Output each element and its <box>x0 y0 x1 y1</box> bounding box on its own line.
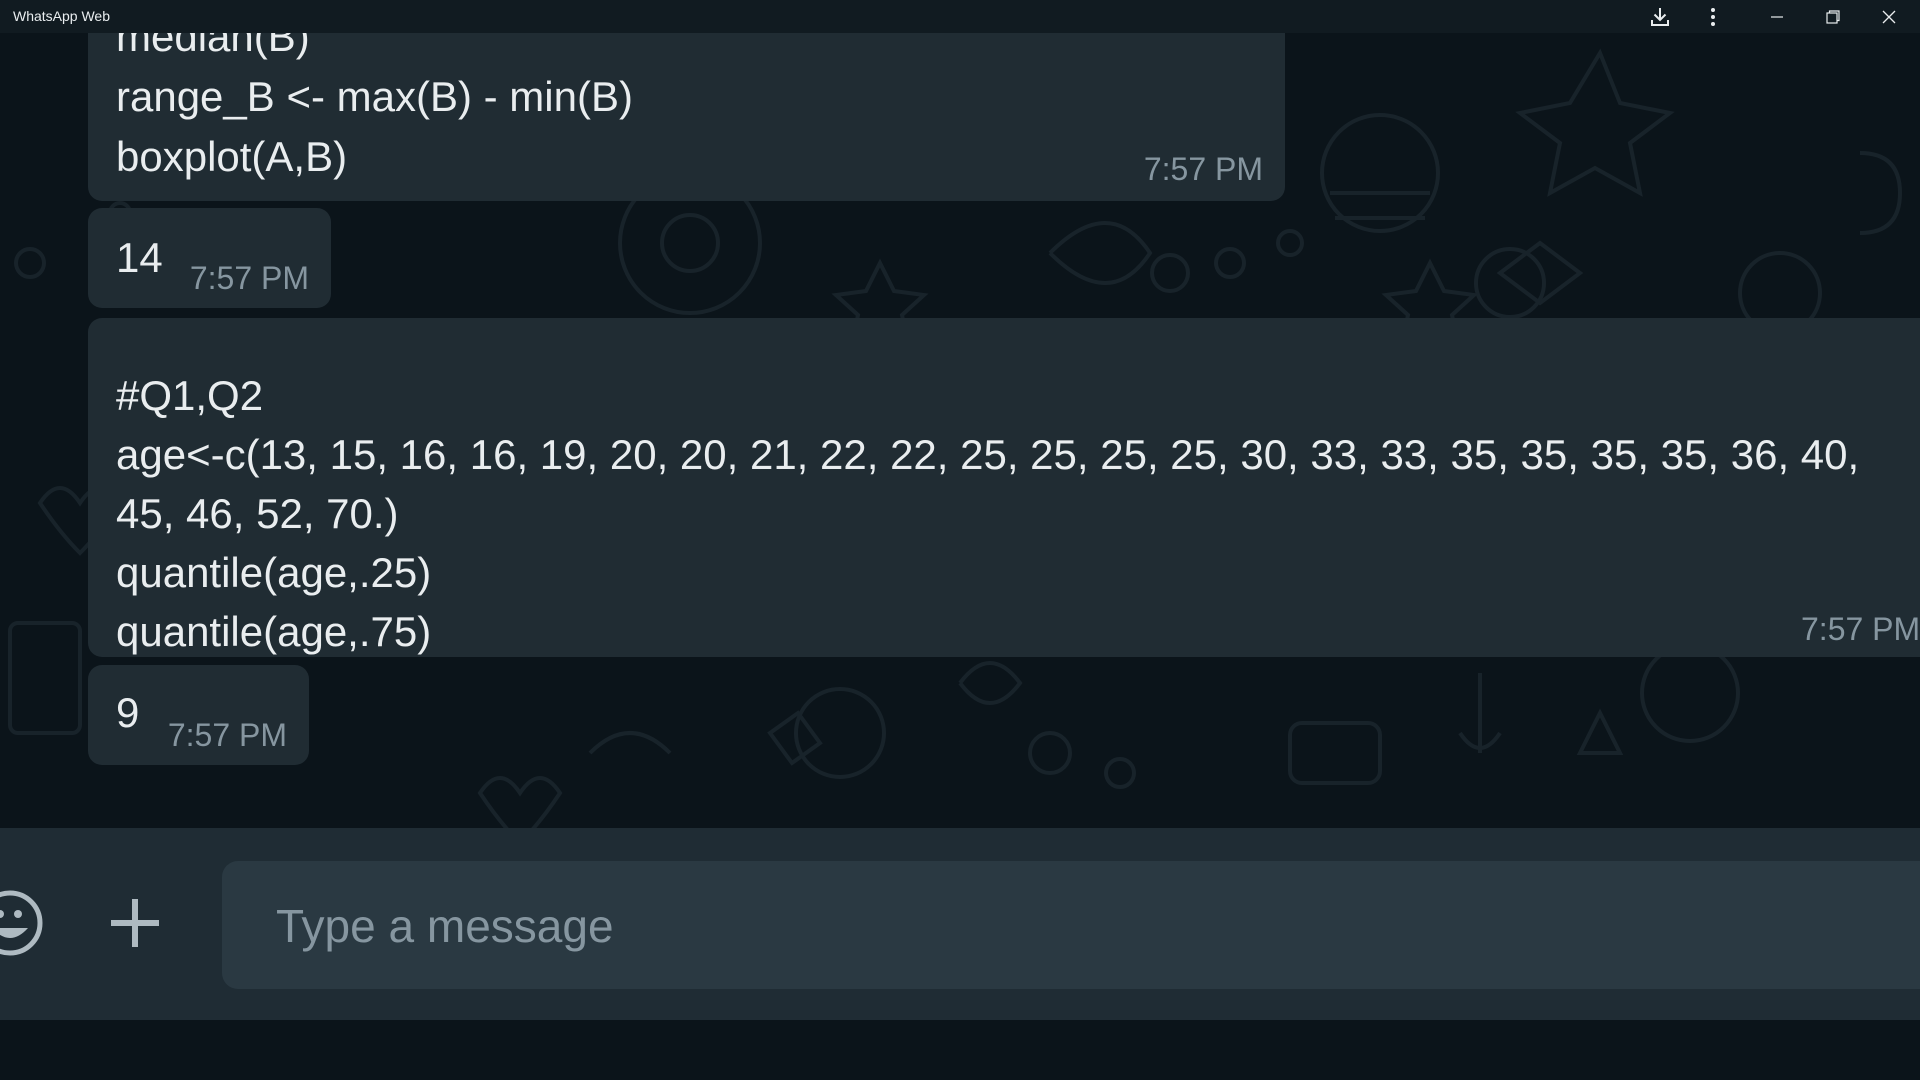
message-line: quantile(age,.75) <box>116 608 432 655</box>
message-line: boxplot(A,B) <box>116 133 348 180</box>
more-vertical-icon[interactable] <box>1690 0 1736 33</box>
close-icon[interactable] <box>1866 0 1912 33</box>
message-bubble[interactable]: 14 7:57 PM <box>88 208 331 308</box>
plus-icon[interactable] <box>100 888 170 958</box>
message-line: range_B <- max(B) - min(B) <box>116 73 633 120</box>
message-line: age<-c(13, 15, 16, 16, 19, 20, 20, 21, 2… <box>116 431 1860 478</box>
message-bubble[interactable]: 9 7:57 PM <box>88 665 309 765</box>
message-bubble[interactable]: #Q1,Q2 age<-c(13, 15, 16, 16, 19, 20, 20… <box>88 318 1920 657</box>
message-line: 45, 46, 52, 70.) <box>116 490 399 537</box>
message-input-box[interactable] <box>222 861 1920 991</box>
message-timestamp: 7:57 PM <box>167 717 287 753</box>
download-icon[interactable] <box>1637 0 1683 33</box>
emoji-icon[interactable] <box>0 878 50 968</box>
minimize-icon[interactable] <box>1754 0 1800 33</box>
message-timestamp: 7:57 PM <box>189 260 309 296</box>
bottom-strip <box>0 1020 1920 1080</box>
message-bubble[interactable]: median(B) range_B <- max(B) - min(B) box… <box>88 33 1285 201</box>
message-line: median(B) <box>116 33 310 60</box>
window-title-bar: WhatsApp Web <box>0 0 1920 33</box>
chat-area[interactable]: median(B) range_B <- max(B) - min(B) box… <box>0 33 1920 828</box>
message-timestamp: 7:57 PM <box>1143 151 1263 187</box>
message-line: quantile(age,.25) <box>116 549 432 596</box>
restore-icon[interactable] <box>1810 0 1856 33</box>
message-input[interactable] <box>274 861 1778 991</box>
message-line: #Q1,Q2 <box>116 372 264 419</box>
message-timestamp: 7:57 PM <box>1801 611 1920 647</box>
message-composer <box>0 828 1920 1020</box>
window-title: WhatsApp Web <box>13 8 111 24</box>
